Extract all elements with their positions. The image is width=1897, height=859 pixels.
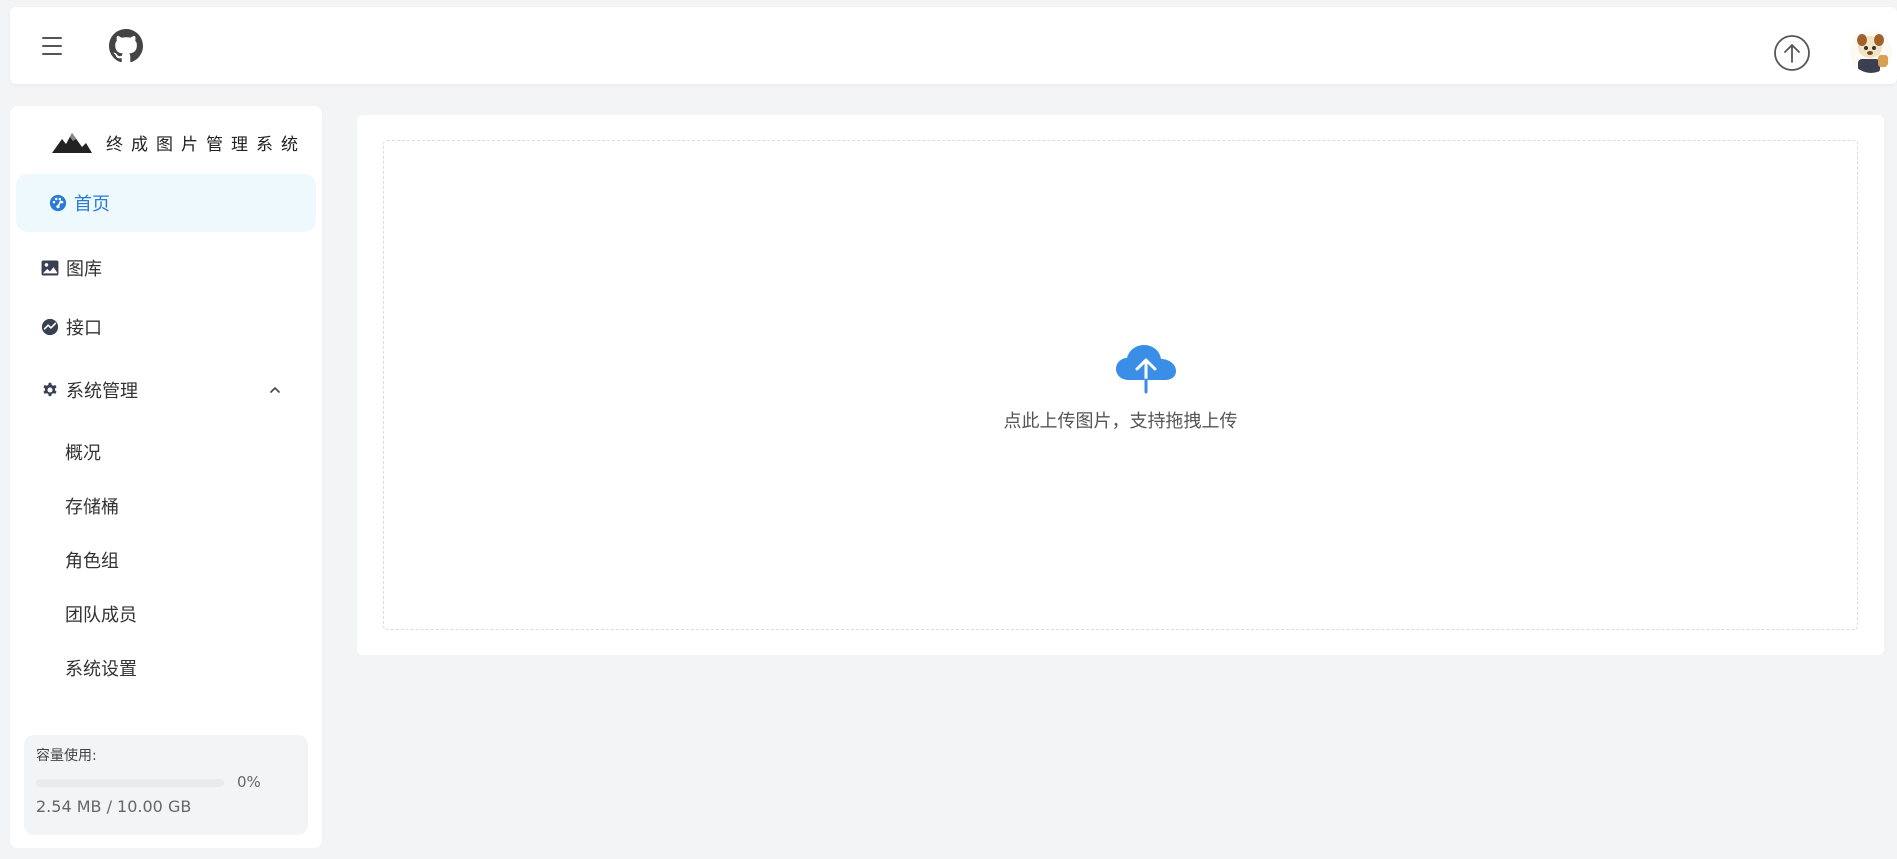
sidebar-item-label: 首页 [74, 194, 110, 215]
sidebar-item-label: 接口 [66, 318, 102, 339]
capacity-bar-row: 0% [36, 773, 296, 793]
cloud-upload-icon [1116, 345, 1176, 394]
capacity-panel: 容量使用: 0% 2.54 MB / 10.00 GB [24, 735, 308, 835]
sidebar-subitem-roles[interactable]: 角色组 [16, 538, 316, 582]
capacity-label: 容量使用: [36, 748, 97, 764]
arrow-up-circle-icon[interactable] [1773, 34, 1811, 72]
main-card: 点此上传图片，支持拖拽上传 [357, 115, 1884, 655]
capacity-size: 2.54 MB / 10.00 GB [36, 797, 192, 816]
sidebar-item-label: 图库 [66, 259, 102, 280]
capacity-percent: 0% [237, 773, 261, 791]
sidebar-subitem-label: 系统设置 [65, 659, 137, 680]
sidebar-subitem-overview[interactable]: 概况 [16, 430, 316, 474]
brand-title: 终成图片管理系统 [106, 134, 306, 155]
hamburger-line [42, 37, 62, 39]
sidebar-item-home[interactable]: 首页 [16, 174, 316, 232]
sidebar-subitem-label: 存储桶 [65, 497, 119, 518]
sidebar-subitem-settings[interactable]: 系统设置 [16, 646, 316, 690]
mountain-logo-icon [52, 133, 92, 153]
hamburger-line [42, 45, 62, 47]
sidebar-item-gallery[interactable]: 图库 [16, 239, 316, 297]
hamburger-line [42, 53, 62, 55]
dashboard-icon [48, 193, 68, 213]
user-avatar[interactable] [1850, 31, 1892, 73]
sidebar-subitem-buckets[interactable]: 存储桶 [16, 484, 316, 528]
sidebar-subitem-label: 角色组 [65, 551, 119, 572]
chevron-up-icon [270, 387, 280, 393]
gear-icon [40, 380, 60, 400]
sidebar-subitem-label: 概况 [65, 443, 101, 464]
brand[interactable]: 终成图片管理系统 [52, 124, 306, 160]
sidebar-subitem-team-members[interactable]: 团队成员 [16, 592, 316, 636]
hamburger-icon[interactable] [37, 31, 67, 61]
sidebar-subitem-label: 团队成员 [65, 605, 137, 626]
top-header [10, 7, 1897, 84]
github-icon[interactable] [109, 29, 145, 65]
upload-hint: 点此上传图片，支持拖拽上传 [1003, 411, 1238, 432]
sidebar: 终成图片管理系统 首页 图库 接口 系统管理 概况 存储桶 角色组 团队成员 系… [10, 106, 322, 848]
sidebar-item-system-management[interactable]: 系统管理 [16, 361, 316, 419]
upload-dropzone[interactable]: 点此上传图片，支持拖拽上传 [383, 140, 1858, 630]
sidebar-item-label: 系统管理 [66, 381, 138, 402]
image-icon [40, 258, 60, 278]
api-icon [40, 317, 60, 337]
sidebar-item-api[interactable]: 接口 [16, 298, 316, 356]
capacity-progress-bar [36, 779, 224, 787]
